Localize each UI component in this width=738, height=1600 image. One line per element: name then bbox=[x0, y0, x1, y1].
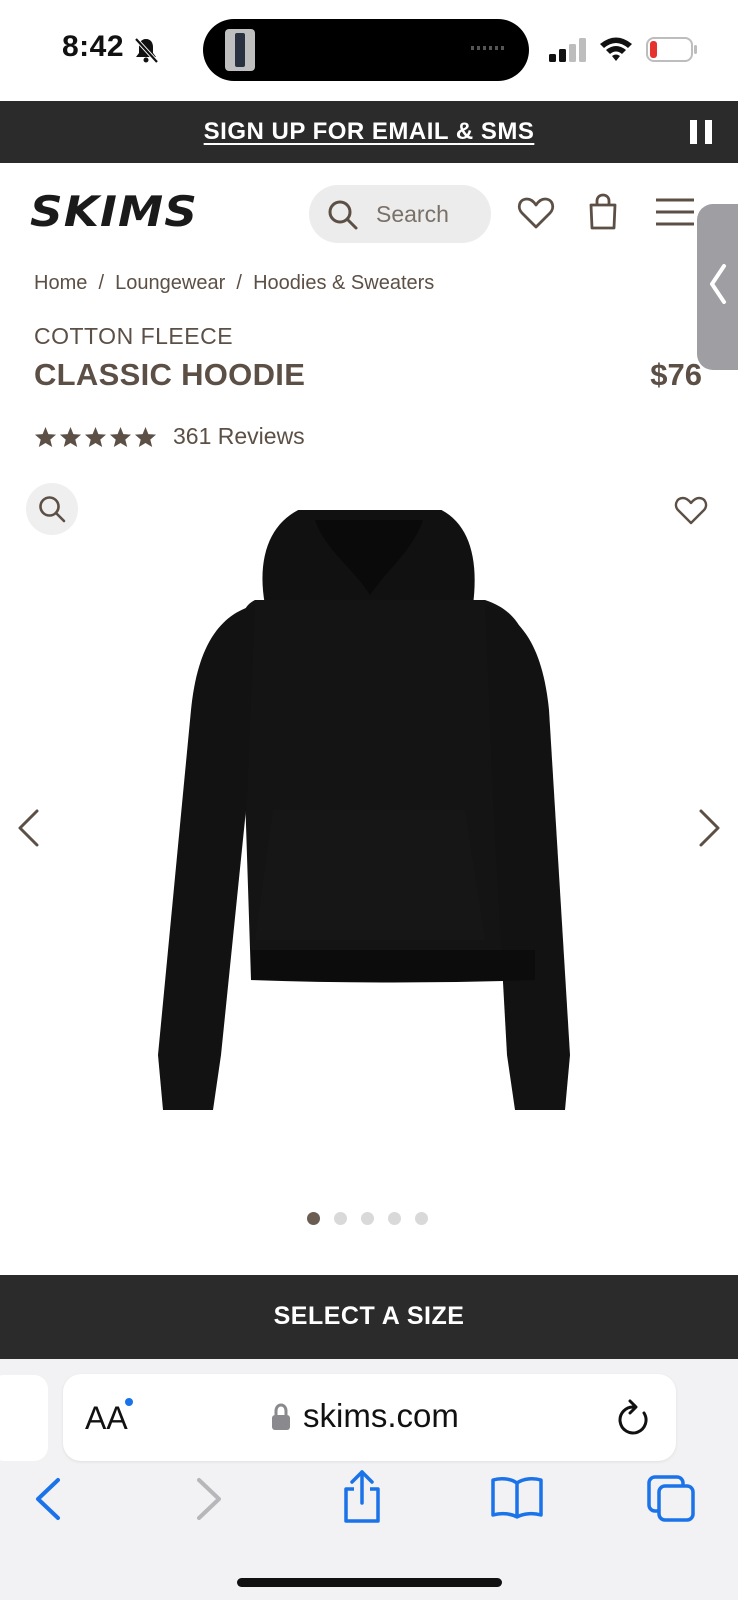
product-price: $76 bbox=[650, 357, 702, 392]
bag-icon[interactable] bbox=[587, 193, 619, 231]
signal-icon bbox=[549, 38, 586, 62]
chevron-left-icon bbox=[710, 264, 726, 304]
bookmarks-icon[interactable] bbox=[490, 1475, 544, 1519]
promo-banner: SIGN UP FOR EMAIL & SMS bbox=[0, 101, 738, 163]
chevron-right-icon[interactable] bbox=[698, 808, 722, 848]
product-title: CLASSIC HOODIE bbox=[34, 357, 306, 392]
select-size-button[interactable]: SELECT A SIZE bbox=[0, 1275, 738, 1359]
share-icon[interactable] bbox=[340, 1469, 384, 1525]
skims-logo[interactable]: SKIMS bbox=[30, 188, 200, 232]
reviews-link[interactable]: 361 Reviews bbox=[173, 423, 305, 450]
back-chevron-icon[interactable] bbox=[32, 1477, 64, 1521]
text-size-label: AA bbox=[85, 1400, 128, 1436]
browser-toolbar: AA skims.com bbox=[0, 1359, 738, 1600]
star-rating bbox=[34, 426, 157, 448]
search-input[interactable]: Search bbox=[309, 185, 491, 243]
breadcrumb-loungewear[interactable]: Loungewear bbox=[115, 272, 225, 295]
star-icon bbox=[34, 426, 57, 447]
star-icon bbox=[59, 426, 82, 447]
star-icon bbox=[84, 426, 107, 447]
side-panel-tab[interactable] bbox=[697, 204, 738, 370]
breadcrumb-space bbox=[242, 272, 253, 295]
breadcrumb-separator bbox=[87, 272, 98, 295]
zoom-button[interactable] bbox=[26, 483, 78, 535]
reload-icon[interactable] bbox=[616, 1399, 652, 1437]
home-indicator[interactable] bbox=[237, 1578, 502, 1587]
tabs-icon[interactable] bbox=[646, 1474, 696, 1522]
notification-dot bbox=[125, 1398, 133, 1406]
star-icon bbox=[109, 426, 132, 447]
breadcrumb-hoodies[interactable]: Hoodies & Sweaters bbox=[253, 272, 434, 295]
breadcrumb-space bbox=[104, 272, 115, 295]
product-collection: COTTON FLEECE bbox=[34, 323, 234, 349]
previous-tab-preview[interactable] bbox=[0, 1375, 48, 1461]
dynamic-island[interactable] bbox=[203, 19, 529, 81]
pause-icon[interactable] bbox=[690, 120, 712, 144]
product-image-hoodie[interactable] bbox=[155, 510, 585, 1140]
logo-text: SKIMS bbox=[30, 188, 198, 232]
url-text: skims.com bbox=[303, 1397, 459, 1434]
menu-icon[interactable] bbox=[655, 197, 695, 227]
select-size-label: SELECT A SIZE bbox=[273, 1302, 465, 1330]
chevron-left-icon[interactable] bbox=[16, 808, 40, 848]
status-time: 8:42 bbox=[62, 30, 125, 63]
forward-chevron-icon[interactable] bbox=[193, 1477, 225, 1521]
breadcrumb: Home / Loungewear / Hoodies & Sweaters bbox=[34, 272, 434, 295]
battery-icon bbox=[646, 37, 697, 62]
wifi-icon bbox=[600, 37, 632, 61]
carousel-dot[interactable] bbox=[361, 1212, 374, 1225]
status-bar: 8:42 bbox=[0, 0, 738, 100]
wishlist-heart-icon[interactable] bbox=[517, 196, 555, 230]
zoom-icon bbox=[39, 496, 66, 523]
carousel-dot[interactable] bbox=[388, 1212, 401, 1225]
breadcrumb-home[interactable]: Home bbox=[34, 272, 87, 295]
promo-signup-link[interactable]: SIGN UP FOR EMAIL & SMS bbox=[0, 118, 738, 146]
address-bar[interactable]: AA skims.com bbox=[63, 1374, 676, 1461]
carousel-dot[interactable] bbox=[307, 1212, 320, 1225]
text-size-button[interactable]: AA bbox=[85, 1400, 128, 1437]
breadcrumb-separator bbox=[225, 272, 236, 295]
island-waveform bbox=[471, 46, 507, 50]
mute-icon bbox=[134, 37, 159, 64]
carousel-dot[interactable] bbox=[334, 1212, 347, 1225]
now-playing-thumbnail bbox=[225, 29, 255, 71]
carousel-dots bbox=[307, 1212, 428, 1225]
product-rating[interactable]: 361 Reviews bbox=[34, 423, 305, 450]
lock-icon bbox=[272, 1403, 290, 1430]
search-placeholder: Search bbox=[376, 201, 449, 227]
carousel-dot[interactable] bbox=[415, 1212, 428, 1225]
search-icon bbox=[328, 200, 358, 230]
favorite-heart-icon[interactable] bbox=[674, 495, 708, 525]
star-icon bbox=[134, 426, 157, 447]
